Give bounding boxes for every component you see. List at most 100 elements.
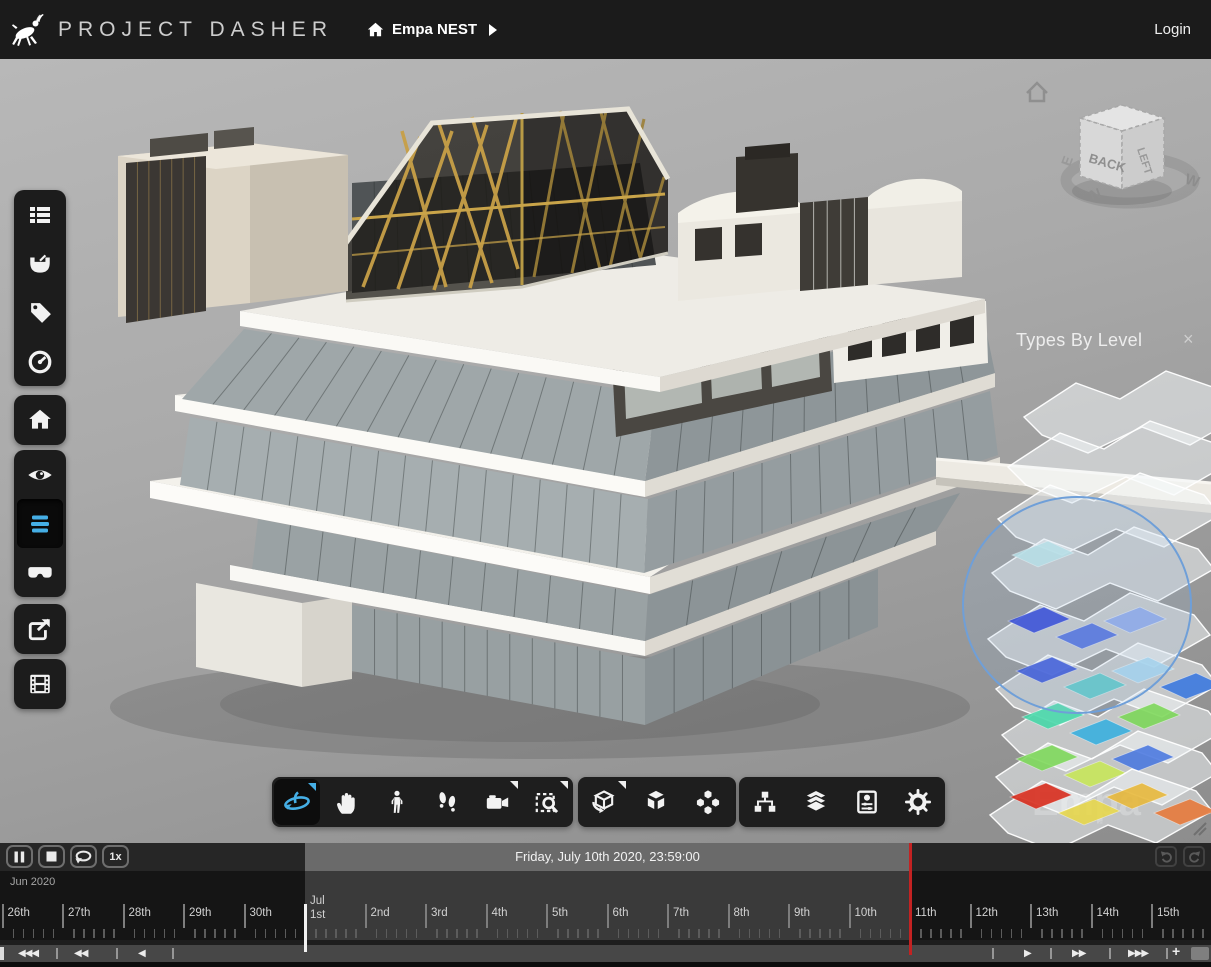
playhead[interactable]	[909, 843, 912, 955]
stop-button[interactable]	[38, 845, 65, 868]
section-button[interactable]	[578, 777, 630, 827]
timeline-minor-tick	[134, 929, 136, 938]
step-forward-button[interactable]: ▶	[1024, 947, 1031, 960]
timeline-minor-tick	[960, 929, 962, 938]
model-toolbar	[578, 777, 736, 827]
tag-button[interactable]	[14, 288, 66, 337]
visibility-button[interactable]	[14, 450, 66, 499]
loop-button[interactable]	[70, 845, 97, 868]
forward-fast-button[interactable]: ▶▶▶	[1128, 947, 1148, 960]
rewind-fast-button[interactable]: ◀◀◀	[18, 947, 38, 960]
timeline-day-label: 8th	[734, 907, 750, 919]
timeline-major-tick	[365, 904, 367, 928]
rewind-button[interactable]: ◀◀	[74, 947, 87, 960]
forward-button[interactable]: ▶▶	[1072, 947, 1085, 960]
timeline-minor-tick	[345, 929, 347, 938]
selection-circle[interactable]	[963, 497, 1191, 713]
timeline-minor-tick	[214, 929, 216, 938]
explode-icon	[642, 788, 670, 816]
share-button[interactable]	[14, 604, 66, 654]
timeline-minor-tick	[940, 929, 942, 938]
timeline-minor-tick	[456, 929, 458, 938]
timeline-day-label: 4th	[492, 907, 508, 919]
walk-icon	[384, 789, 410, 815]
timeline-minor-tick	[466, 929, 468, 938]
pause-button[interactable]	[6, 845, 33, 868]
pause-icon	[14, 851, 25, 863]
timeline-day-label: 11th	[915, 907, 937, 919]
gear-icon	[904, 788, 932, 816]
timeline-minor-tick	[1122, 929, 1124, 938]
gauge-button[interactable]	[14, 337, 66, 386]
timeline-minor-tick	[33, 929, 35, 938]
timeline-major-tick	[728, 904, 730, 928]
camera-button[interactable]	[472, 777, 522, 827]
vr-glasses-icon	[26, 559, 54, 587]
scroll-tick	[56, 948, 58, 959]
model-tree-button[interactable]	[739, 777, 790, 827]
scroll-tick	[1050, 948, 1052, 959]
timeline-minor-tick	[1102, 929, 1104, 938]
building-scene: N W E BACK LEFT Empa Materials Science a…	[0, 59, 1211, 843]
sensor-dashboard-button[interactable]	[14, 239, 66, 288]
view-cube[interactable]: N W E BACK LEFT	[1027, 83, 1202, 205]
timeline-track[interactable]: Jun 2020 26th27th28th29th30thJul1st2nd3r…	[0, 871, 1211, 940]
timeline-minor-tick	[991, 929, 993, 938]
home-view-button[interactable]	[14, 395, 66, 445]
timeline-minor-tick	[557, 929, 559, 938]
caret-right-icon	[489, 24, 497, 36]
timeline-minor-tick	[900, 929, 902, 938]
timeline-minor-tick	[174, 929, 176, 938]
timeline-minor-tick	[43, 929, 45, 938]
cluster-button[interactable]	[682, 777, 734, 827]
movie-button[interactable]	[14, 659, 66, 709]
timeline-minor-tick	[920, 929, 922, 938]
undo-button[interactable]	[1155, 846, 1177, 867]
timeline-major-tick	[1091, 904, 1093, 928]
step-back-button[interactable]: ◀	[138, 947, 145, 960]
history-controls	[1155, 846, 1205, 867]
redo-button[interactable]	[1183, 846, 1205, 867]
scrollbar-thumb[interactable]	[1191, 947, 1209, 960]
timeline-minor-tick	[93, 929, 95, 938]
timeline-minor-tick	[618, 929, 620, 938]
scroll-edge-handle[interactable]	[0, 947, 4, 960]
timeline-minor-tick	[376, 929, 378, 938]
timeline-minor-tick	[1162, 929, 1164, 938]
breadcrumb[interactable]: Empa NEST	[367, 21, 497, 38]
close-icon[interactable]: ×	[1183, 329, 1194, 350]
timeline-minor-tick	[587, 929, 589, 938]
timeline-zoom-in-button[interactable]: +	[1172, 945, 1180, 958]
layers-button[interactable]	[790, 777, 841, 827]
undo-icon	[1160, 850, 1173, 863]
list-button[interactable]	[14, 190, 66, 239]
timeline-minor-tick	[315, 929, 317, 938]
timeline-minor-tick	[839, 929, 841, 938]
timeline-minor-tick	[1021, 929, 1023, 938]
orbit-button[interactable]	[274, 779, 320, 825]
speed-button[interactable]: 1x	[102, 845, 129, 868]
walk-button[interactable]	[372, 777, 422, 827]
timeline-minor-tick	[678, 929, 680, 938]
timeline-scrollbar[interactable]: ◀◀◀ ◀◀ ◀ ▶ ▶▶ ▶▶▶ +	[0, 945, 1211, 962]
timeline-minor-tick	[53, 929, 55, 938]
pan-button[interactable]	[322, 777, 372, 827]
sidebar-group-share	[14, 604, 66, 654]
footsteps-button[interactable]	[422, 777, 472, 827]
sidebar-group-view	[14, 450, 66, 597]
vr-glasses-button[interactable]	[14, 548, 66, 597]
timeline-day-label: 28th	[129, 907, 151, 919]
explode-button[interactable]	[630, 777, 682, 827]
zoom-window-button[interactable]	[522, 777, 572, 827]
login-button[interactable]: Login	[1154, 21, 1191, 38]
properties-button[interactable]	[841, 777, 892, 827]
layers-icon	[802, 788, 830, 816]
timeline-bottom-edge	[0, 962, 1211, 967]
settings-button[interactable]	[892, 777, 943, 827]
3d-viewport[interactable]: N W E BACK LEFT Empa Materials Science a…	[0, 59, 1211, 843]
timeline-minor-tick	[265, 929, 267, 938]
resize-handle-icon[interactable]	[1193, 822, 1207, 836]
viewcube-home-icon[interactable]	[1027, 83, 1047, 101]
timeline-minor-tick	[739, 929, 741, 938]
levels-button[interactable]	[17, 499, 63, 548]
